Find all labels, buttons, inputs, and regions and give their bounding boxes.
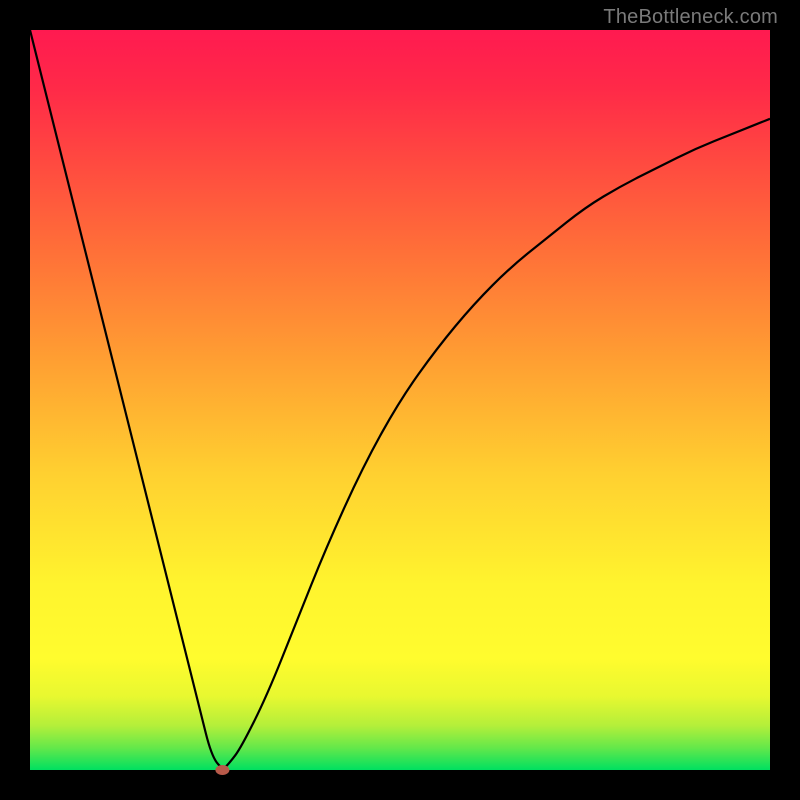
min-marker [215, 765, 229, 775]
watermark-text: TheBottleneck.com [603, 6, 778, 29]
plot-svg [30, 30, 770, 770]
chart-frame: TheBottleneck.com [0, 0, 800, 800]
plot-area [30, 30, 770, 770]
bottleneck-curve [30, 30, 770, 768]
